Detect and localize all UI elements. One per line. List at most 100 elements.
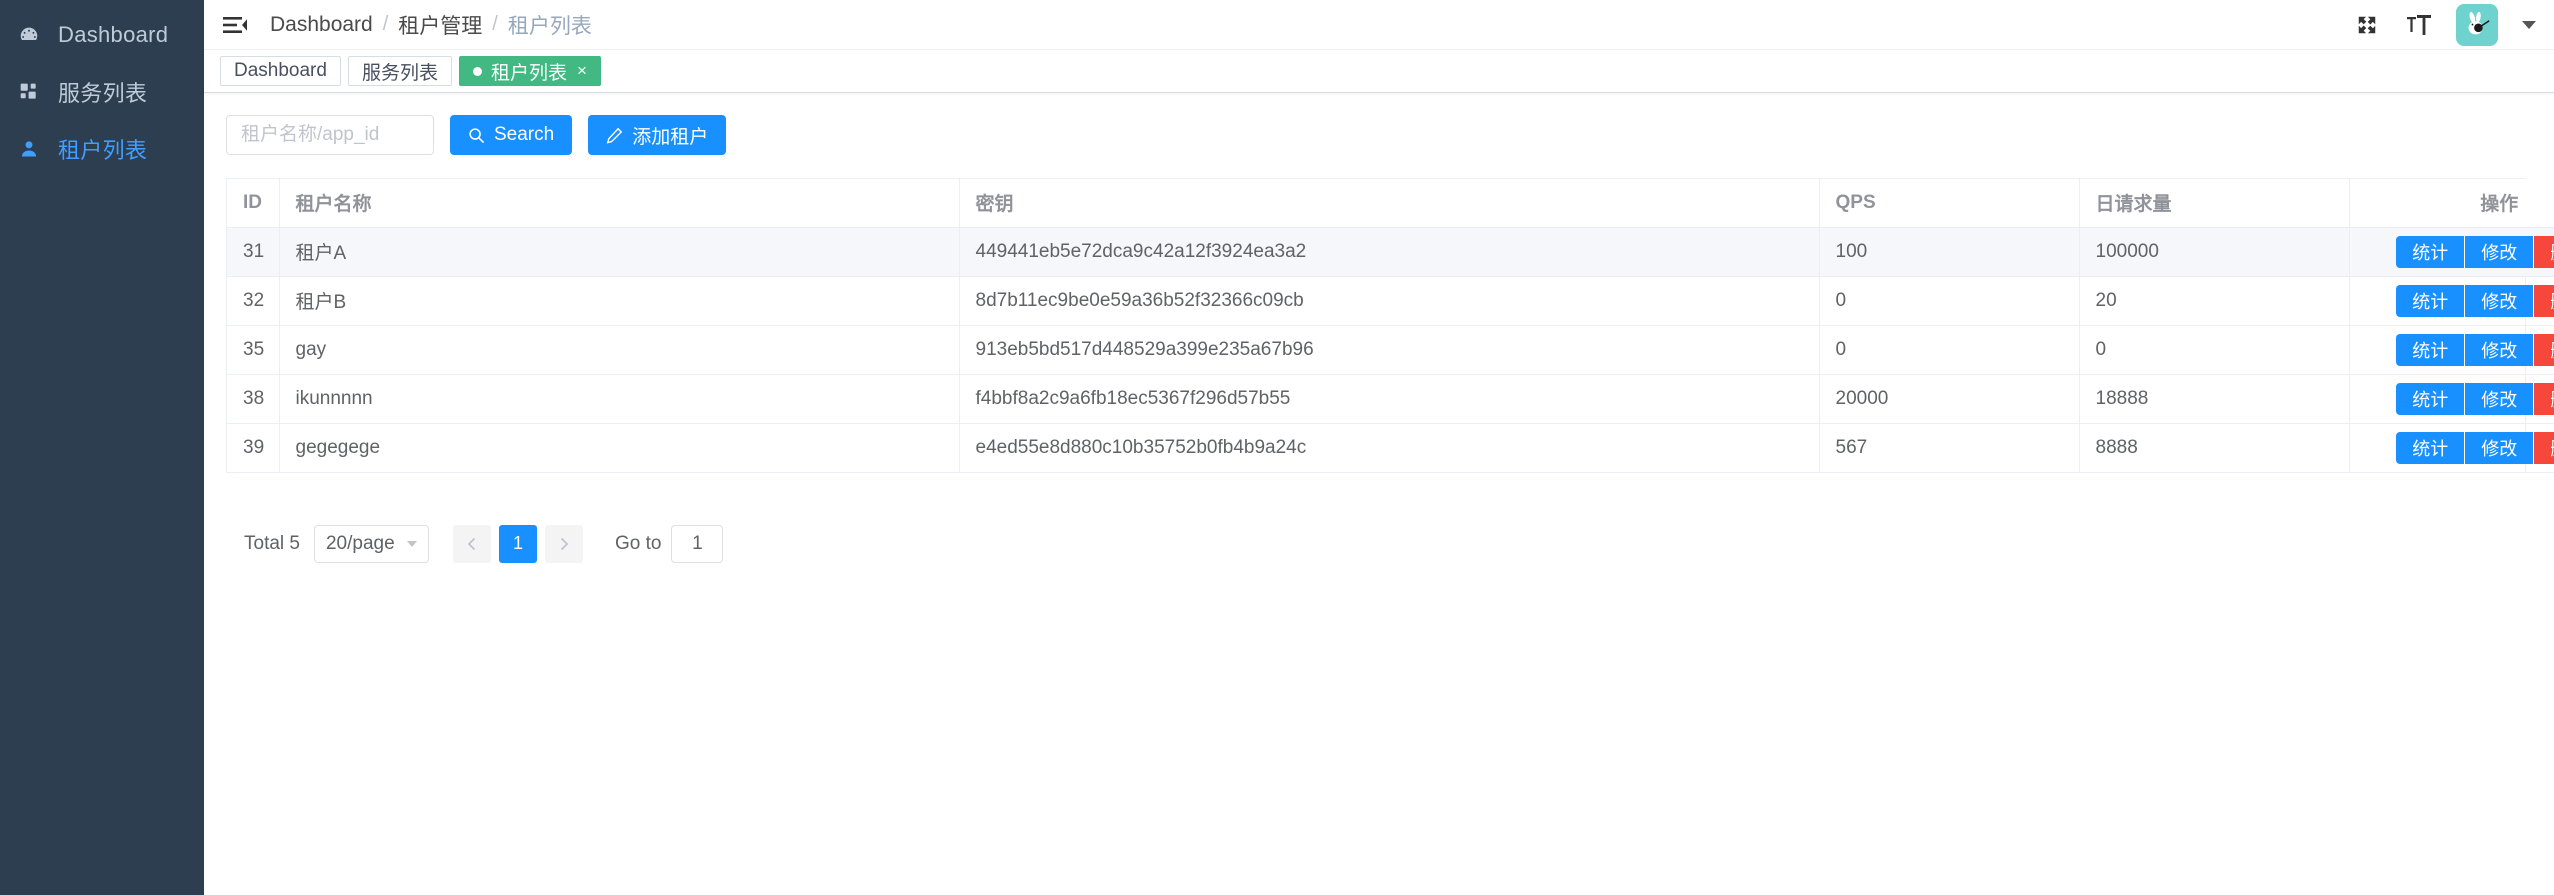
page-button-1[interactable]: 1	[498, 524, 537, 563]
add-tenant-label: 添加租户	[632, 126, 709, 148]
close-icon[interactable]: ×	[577, 61, 587, 81]
cell-id: 38	[227, 374, 280, 424]
table-body: 31 租户A 449441eb5e72dca9c42a12f3924ea3a2 100…	[227, 227, 2554, 473]
app-root: Dashboard 服务列表 租户列表 Dashboard / 租户管理 / 租…	[0, 0, 2554, 895]
breadcrumb-item-dashboard[interactable]: Dashboard	[270, 13, 373, 37]
cell-daily-requests: 18888	[2079, 374, 2350, 424]
grid-icon	[12, 82, 46, 102]
cell-daily-requests: 20	[2079, 276, 2350, 326]
column-header-key: 密钥	[959, 179, 1820, 228]
column-header-id: ID	[227, 179, 280, 228]
cell-id: 35	[227, 325, 280, 375]
delete-button[interactable]: 删除	[2534, 333, 2554, 366]
breadcrumb: Dashboard / 租户管理 / 租户列表	[270, 10, 592, 40]
prev-page-button[interactable]	[452, 524, 491, 563]
cell-secret-key: e4ed55e8d880c10b35752b0fb4b9a24c	[959, 423, 1820, 473]
font-size-icon[interactable]	[2404, 10, 2434, 40]
tab-tenant-list[interactable]: 租户列表 ×	[458, 56, 601, 86]
table-row[interactable]: 32 租户B 8d7b11ec9be0e59a36b52f32366c09cb 0 20…	[227, 276, 2554, 326]
table-row[interactable]: 35 gay 913eb5bd517d448529a399e235a67b96 0 0 统…	[227, 325, 2554, 375]
page-size-label: 20/page	[325, 532, 395, 554]
next-page-button[interactable]	[544, 524, 583, 563]
sidebar: Dashboard 服务列表 租户列表	[0, 0, 204, 895]
pagination: Total 5 20/page 1 Go to	[226, 524, 2526, 563]
cell-secret-key: 8d7b11ec9be0e59a36b52f32366c09cb	[959, 276, 1820, 326]
rabbit-avatar[interactable]	[2456, 3, 2498, 46]
cell-secret-key: 449441eb5e72dca9c42a12f3924ea3a2	[959, 227, 1820, 277]
chevron-down-icon	[406, 540, 417, 547]
table-row[interactable]: 39 gegegege e4ed55e8d880c10b35752b0fb4b9a2…	[227, 423, 2554, 473]
action-button-group: 统计修改删除	[2396, 235, 2554, 268]
cell-daily-requests: 8888	[2079, 423, 2350, 473]
search-input[interactable]	[226, 115, 434, 155]
add-tenant-button[interactable]: 添加租户	[588, 115, 727, 155]
delete-button[interactable]: 删除	[2534, 382, 2554, 415]
toolbar: Search 添加租户	[226, 115, 2526, 155]
cell-qps: 0	[1819, 325, 2080, 375]
delete-button[interactable]: 删除	[2534, 431, 2554, 464]
cell-actions: 统计修改删除	[2349, 423, 2554, 473]
cell-actions: 统计修改删除	[2349, 227, 2554, 277]
cell-secret-key: 913eb5bd517d448529a399e235a67b96	[959, 325, 1820, 375]
table-row[interactable]: 31 租户A 449441eb5e72dca9c42a12f3924ea3a2 100…	[227, 227, 2554, 277]
tab-label: 服务列表	[361, 62, 438, 84]
cell-daily-requests: 0	[2079, 325, 2350, 375]
main-area: Dashboard / 租户管理 / 租户列表 Dashboard 服务列表 租…	[204, 0, 2554, 895]
chevron-down-icon[interactable]	[2522, 20, 2536, 29]
page-size-select[interactable]: 20/page	[313, 524, 429, 563]
user-icon	[12, 139, 46, 159]
hamburger-fold-icon[interactable]	[218, 8, 252, 42]
goto-label: Go to	[614, 532, 662, 554]
sidebar-item-label: 服务列表	[58, 80, 148, 106]
tab-label: 租户列表	[490, 62, 567, 84]
column-header-actions: 操作	[2349, 179, 2554, 228]
stats-button[interactable]: 统计	[2396, 382, 2465, 415]
sidebar-item-tenant-list[interactable]: 租户列表	[0, 120, 204, 177]
cell-tenant-name: 租户B	[279, 276, 960, 326]
table-head: ID 租户名称 密钥 QPS 日请求量 操作	[227, 179, 2554, 228]
search-button[interactable]: Search	[450, 115, 573, 155]
goto-page-input[interactable]	[671, 524, 724, 563]
delete-button[interactable]: 删除	[2534, 235, 2554, 268]
search-button-label: Search	[494, 124, 555, 145]
cell-tenant-name: ikunnnnn	[279, 374, 960, 424]
fullscreen-icon[interactable]	[2352, 10, 2382, 40]
navbar-right-tools	[2352, 3, 2536, 46]
tab-label: Dashboard	[234, 60, 327, 81]
edit-button[interactable]: 修改	[2465, 431, 2534, 464]
pagination-nav: 1	[452, 524, 583, 563]
action-button-group: 统计修改删除	[2396, 284, 2554, 317]
tenant-table: ID 租户名称 密钥 QPS 日请求量 操作 31 租户A 449441eb5e72…	[226, 178, 2554, 473]
delete-button[interactable]: 删除	[2534, 284, 2554, 317]
edit-button[interactable]: 修改	[2465, 284, 2534, 317]
breadcrumb-separator: /	[382, 13, 389, 35]
stats-button[interactable]: 统计	[2396, 333, 2465, 366]
breadcrumb-item-tenant-mgmt[interactable]: 租户管理	[398, 10, 482, 40]
edit-button[interactable]: 修改	[2465, 333, 2534, 366]
dashboard-gauge-icon	[12, 24, 46, 46]
action-button-group: 统计修改删除	[2396, 333, 2554, 366]
cell-tenant-name: gay	[279, 325, 960, 375]
stats-button[interactable]: 统计	[2396, 284, 2465, 317]
column-header-daily-requests: 日请求量	[2079, 179, 2350, 228]
breadcrumb-item-tenant-list: 租户列表	[507, 14, 592, 38]
tab-dashboard[interactable]: Dashboard	[220, 56, 341, 86]
stats-button[interactable]: 统计	[2396, 431, 2465, 464]
sidebar-item-dashboard[interactable]: Dashboard	[0, 6, 204, 63]
cell-id: 31	[227, 227, 280, 277]
sidebar-item-service-list[interactable]: 服务列表	[0, 63, 204, 120]
tab-service-list[interactable]: 服务列表	[347, 56, 452, 86]
cell-daily-requests: 100000	[2079, 227, 2350, 277]
table-header-row: ID 租户名称 密钥 QPS 日请求量 操作	[227, 179, 2554, 228]
stats-button[interactable]: 统计	[2396, 235, 2465, 268]
action-button-group: 统计修改删除	[2396, 431, 2554, 464]
navbar: Dashboard / 租户管理 / 租户列表	[204, 0, 2554, 50]
edit-button[interactable]: 修改	[2465, 235, 2534, 268]
action-button-group: 统计修改删除	[2396, 382, 2554, 415]
cell-qps: 100	[1819, 227, 2080, 277]
edit-button[interactable]: 修改	[2465, 382, 2534, 415]
active-dot-icon	[472, 66, 482, 76]
cell-actions: 统计修改删除	[2349, 374, 2554, 424]
tabs-bar: Dashboard 服务列表 租户列表 ×	[204, 50, 2554, 93]
table-row[interactable]: 38 ikunnnnn f4bbf8a2c9a6fb18ec5367f296d57b…	[227, 374, 2554, 424]
